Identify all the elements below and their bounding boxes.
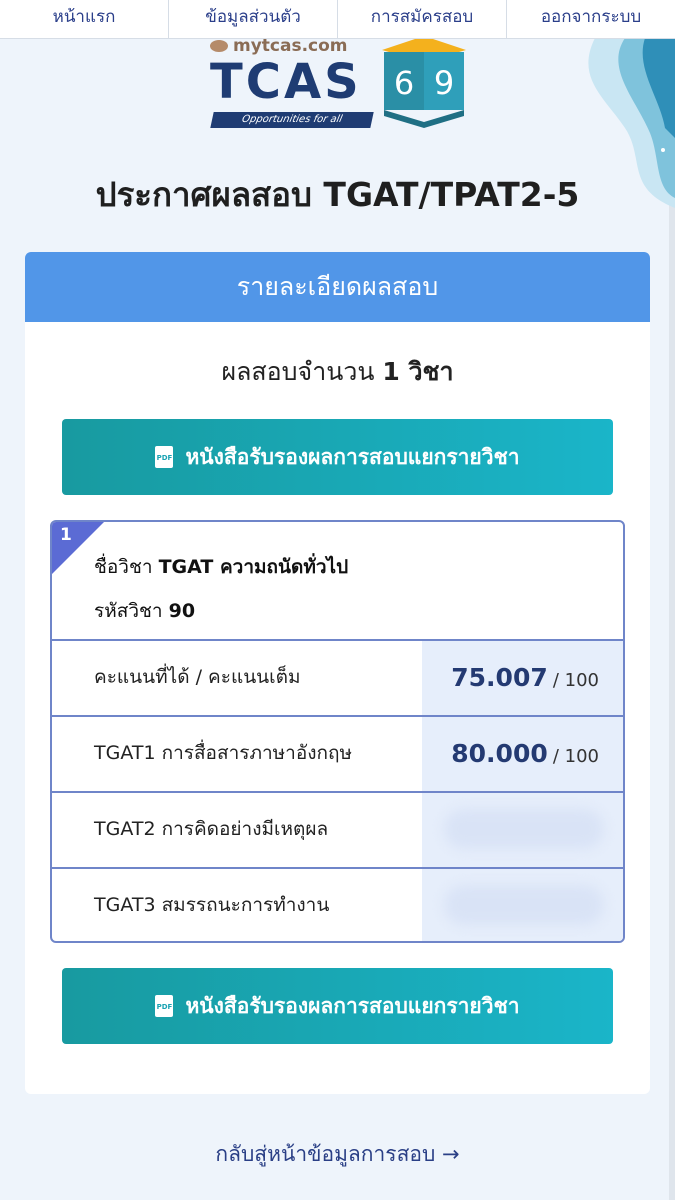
- logo-tagline: Opportunities for all: [210, 112, 374, 128]
- score-row-total: คะแนนที่ได้ / คะแนนเต็ม 75.007 / 100: [52, 641, 623, 717]
- score-max: / 100: [552, 746, 599, 767]
- download-certificate-label: หนังสือรับรองผลการสอบแยกรายวิชา: [185, 993, 520, 1018]
- subject-code-prefix: รหัสวิชา: [94, 600, 163, 622]
- logo-site-text: mytcas.com: [233, 36, 348, 56]
- subject-index: 1: [60, 525, 72, 545]
- download-certificate-label: หนังสือรับรองผลการสอบแยกรายวิชา: [185, 444, 520, 469]
- pdf-icon: PDF: [155, 446, 174, 468]
- score-label: TGAT2 การคิดอย่างมีเหตุผล: [94, 818, 329, 840]
- subject-header: 1 ชื่อวิชา TGAT ความถนัดทั่วไป รหัสวิชา …: [52, 522, 623, 641]
- result-count-value: 1 วิชา: [382, 357, 454, 386]
- result-card: รายละเอียดผลสอบ ผลสอบจำนวน 1 วิชา PDF หน…: [25, 252, 650, 1094]
- score-row-tgat2: TGAT2 การคิดอย่างมีเหตุผล: [52, 793, 623, 869]
- tcas-logo: mytcas.com TCAS Opportunities for all 6 …: [210, 36, 470, 132]
- result-count-prefix: ผลสอบจำนวน: [221, 357, 375, 386]
- logo-site: mytcas.com: [210, 36, 348, 56]
- subject-result-table: 1 ชื่อวิชา TGAT ความถนัดทั่วไป รหัสวิชา …: [50, 520, 625, 943]
- logo-word: TCAS: [210, 54, 362, 110]
- result-count: ผลสอบจำนวน 1 วิชา: [25, 352, 650, 392]
- nav-profile[interactable]: ข้อมูลส่วนตัว: [169, 0, 338, 38]
- subject-name: ชื่อวิชา TGAT ความถนัดทั่วไป: [94, 552, 348, 582]
- score-cell: 80.000 / 100: [422, 717, 623, 791]
- score-value: 80.000 / 100: [451, 717, 599, 794]
- top-nav: หน้าแรก ข้อมูลส่วนตัว การสมัครสอบ ออกจาก…: [0, 0, 675, 39]
- blurred-score: [444, 809, 604, 849]
- score-number: 80.000: [451, 739, 548, 768]
- download-certificate-button-bottom[interactable]: PDF หนังสือรับรองผลการสอบแยกรายวิชา: [62, 968, 613, 1044]
- download-certificate-button-top[interactable]: PDF หนังสือรับรองผลการสอบแยกรายวิชา: [62, 419, 613, 495]
- globe-icon: [210, 40, 228, 52]
- score-label: TGAT3 สมรรถนะการทำงาน: [94, 894, 330, 916]
- score-label: TGAT1 การสื่อสารภาษาอังกฤษ: [94, 742, 353, 764]
- nav-exam-registration[interactable]: การสมัครสอบ: [338, 0, 507, 38]
- score-cell: 75.007 / 100: [422, 641, 623, 715]
- pdf-icon-text: PDF: [156, 1003, 173, 1011]
- logo-year-digit-1: 6: [394, 64, 414, 102]
- score-cell-blurred: [422, 869, 623, 941]
- nav-home[interactable]: หน้าแรก: [0, 0, 169, 38]
- pdf-icon: PDF: [155, 995, 174, 1017]
- score-row-tgat1: TGAT1 การสื่อสารภาษาอังกฤษ 80.000 / 100: [52, 717, 623, 793]
- subject-name-value: TGAT ความถนัดทั่วไป: [158, 556, 349, 578]
- nav-logout[interactable]: ออกจากระบบ: [507, 0, 675, 38]
- back-to-exam-info-link[interactable]: กลับสู่หน้าข้อมูลการสอบ →: [0, 1138, 675, 1171]
- subject-code: รหัสวิชา 90: [94, 596, 195, 626]
- decorative-wave: [588, 38, 675, 208]
- subject-name-prefix: ชื่อวิชา: [94, 556, 153, 578]
- book-icon: 6 9: [382, 36, 466, 128]
- card-header: รายละเอียดผลสอบ: [25, 252, 650, 322]
- logo-year-digit-2: 9: [434, 64, 454, 102]
- score-number: 75.007: [451, 663, 548, 692]
- score-row-tgat3: TGAT3 สมรรถนะการทำงาน: [52, 869, 623, 941]
- subject-code-value: 90: [168, 600, 196, 622]
- score-max: / 100: [552, 670, 599, 691]
- pdf-icon-text: PDF: [156, 454, 173, 462]
- score-label: คะแนนที่ได้ / คะแนนเต็ม: [94, 666, 301, 688]
- score-cell-blurred: [422, 793, 623, 867]
- score-value: 75.007 / 100: [451, 641, 599, 718]
- blurred-score: [444, 885, 604, 925]
